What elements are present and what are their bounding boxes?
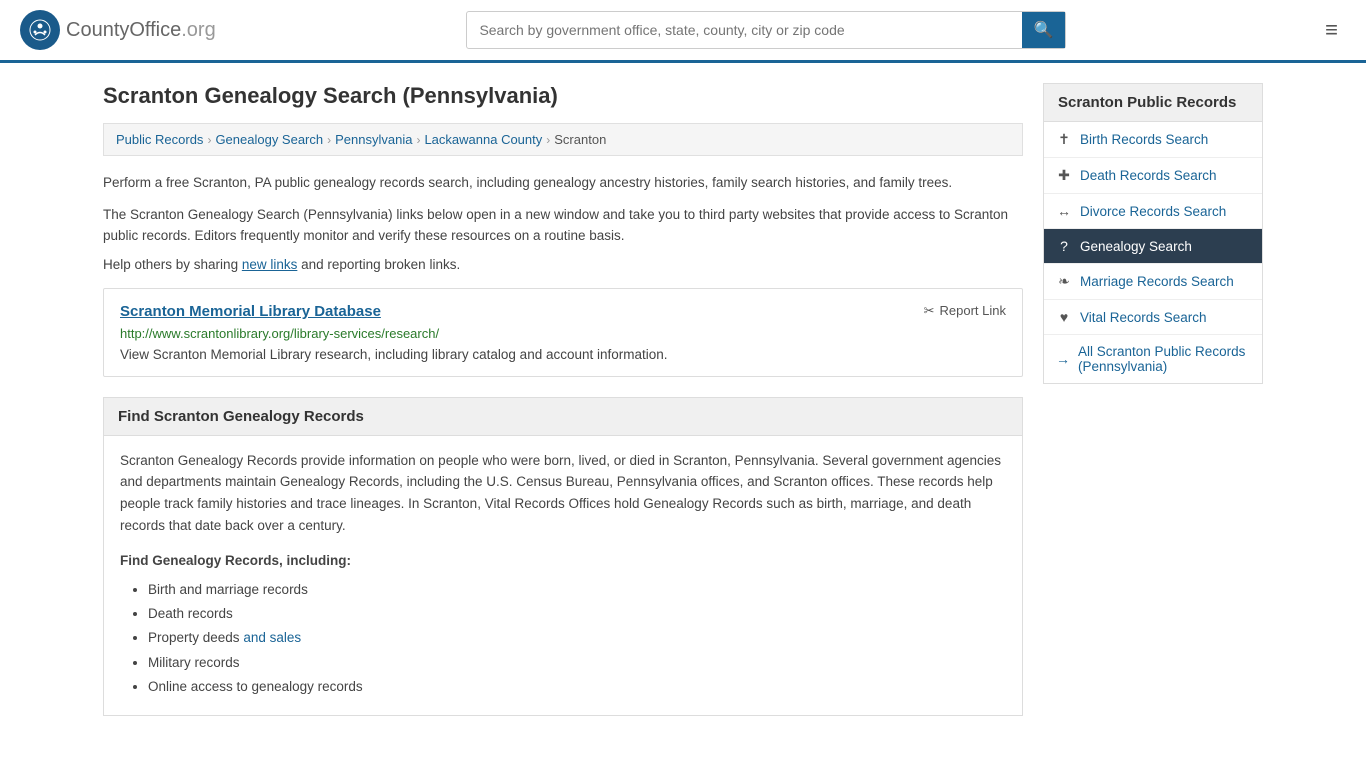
sidebar-item-marriage: ❧ Marriage Records Search [1044,264,1262,300]
divorce-icon: ↔ [1056,203,1072,219]
find-list-label: Find Genealogy Records, including: [120,550,1006,572]
sidebar-item-birth: ✝ Birth Records Search [1044,122,1262,158]
sidebar-item-vital: ♥ Vital Records Search [1044,300,1262,335]
vital-icon: ♥ [1056,309,1072,325]
list-item: Death records [148,604,1006,624]
content-area: Scranton Genealogy Search (Pennsylvania)… [103,83,1023,716]
logo-link[interactable]: CountyOffice.org [20,10,216,50]
link-card-title[interactable]: Scranton Memorial Library Database [120,303,381,320]
link-card: Scranton Memorial Library Database ✂ Rep… [103,288,1023,377]
page-title: Scranton Genealogy Search (Pennsylvania) [103,83,1023,109]
search-button[interactable]: 🔍 [1022,12,1066,48]
sidebar-link-divorce[interactable]: ↔ Divorce Records Search [1044,194,1262,228]
search-input[interactable] [467,14,1021,46]
breadcrumb-item-3[interactable]: Lackawanna County [424,132,542,147]
find-section-body: Scranton Genealogy Records provide infor… [103,436,1023,716]
menu-button[interactable]: ≡ [1317,13,1346,47]
main-container: Scranton Genealogy Search (Pennsylvania)… [83,63,1283,736]
breadcrumb: Public Records › Genealogy Search › Penn… [103,123,1023,156]
breadcrumb-sep-3: › [546,133,550,147]
sidebar-title: Scranton Public Records [1043,83,1263,121]
list-item: Birth and marriage records [148,580,1006,600]
list-item: Online access to genealogy records [148,677,1006,697]
breadcrumb-item-1[interactable]: Genealogy Search [215,132,323,147]
sidebar-link-death[interactable]: ✚ Death Records Search [1044,158,1262,193]
find-list: Birth and marriage records Death records… [120,580,1006,697]
marriage-icon: ❧ [1056,273,1072,290]
sidebar-item-death: ✚ Death Records Search [1044,158,1262,194]
sidebar-item-genealogy: ? Genealogy Search [1044,229,1262,264]
search-icon: 🔍 [1034,22,1054,39]
arrow-icon: → [1056,351,1070,367]
list-item: Property deeds and sales [148,628,1006,648]
breadcrumb-sep-1: › [327,133,331,147]
link-card-url: http://www.scrantonlibrary.org/library-s… [120,326,1006,341]
sidebar: Scranton Public Records ✝ Birth Records … [1043,83,1263,716]
report-link-button[interactable]: ✂ Report Link [924,303,1006,319]
sidebar-item-divorce: ↔ Divorce Records Search [1044,194,1262,229]
genealogy-icon: ? [1056,238,1072,254]
description-1: Perform a free Scranton, PA public genea… [103,172,1023,194]
sidebar-list: ✝ Birth Records Search ✚ Death Records S… [1043,121,1263,384]
birth-icon: ✝ [1056,131,1072,148]
breadcrumb-item-4: Scranton [554,132,606,147]
breadcrumb-sep-0: › [207,133,211,147]
help-text: Help others by sharing new links and rep… [103,257,1023,272]
sidebar-link-all[interactable]: → All Scranton Public Records (Pennsylva… [1044,335,1262,383]
search-bar: 🔍 [466,11,1066,49]
find-section-header: Find Scranton Genealogy Records [103,397,1023,436]
site-header: CountyOffice.org 🔍 ≡ [0,0,1366,63]
sidebar-link-birth[interactable]: ✝ Birth Records Search [1044,122,1262,157]
find-section-text: Scranton Genealogy Records provide infor… [120,450,1006,536]
description-2: The Scranton Genealogy Search (Pennsylva… [103,204,1023,247]
list-item: Military records [148,653,1006,673]
find-section: Find Scranton Genealogy Records Scranton… [103,397,1023,716]
link-card-desc: View Scranton Memorial Library research,… [120,347,1006,362]
scissors-icon: ✂ [924,303,935,319]
logo-icon [20,10,60,50]
death-icon: ✚ [1056,167,1072,184]
sidebar-item-all: → All Scranton Public Records (Pennsylva… [1044,335,1262,383]
new-links-link[interactable]: new links [242,257,298,272]
breadcrumb-item-2[interactable]: Pennsylvania [335,132,412,147]
breadcrumb-item-0[interactable]: Public Records [116,132,203,147]
breadcrumb-sep-2: › [416,133,420,147]
logo-text: CountyOffice.org [66,19,216,42]
link-card-header: Scranton Memorial Library Database ✂ Rep… [120,303,1006,320]
sidebar-link-vital[interactable]: ♥ Vital Records Search [1044,300,1262,334]
hamburger-icon: ≡ [1325,17,1338,42]
sidebar-link-genealogy[interactable]: ? Genealogy Search [1044,229,1262,263]
sidebar-link-marriage[interactable]: ❧ Marriage Records Search [1044,264,1262,299]
